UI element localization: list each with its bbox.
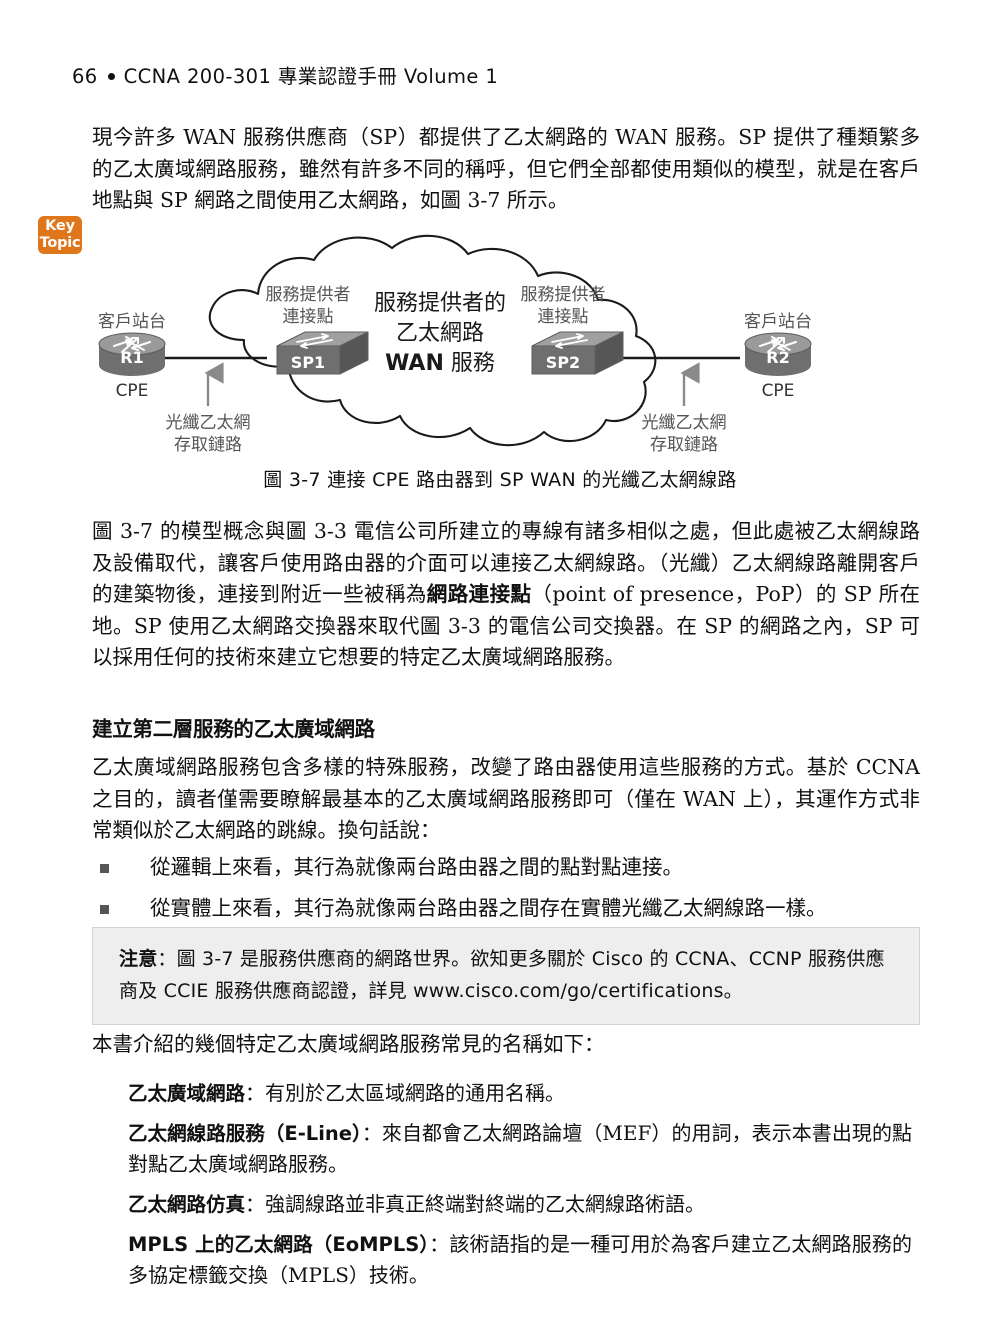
book-title: CCNA 200-301 專業認證手冊 Volume 1 xyxy=(123,65,499,88)
square-bullet-icon xyxy=(100,904,109,914)
switch-sp1-label: SP1 xyxy=(291,353,325,372)
term-name: 乙太網線路服務（E-Line） xyxy=(128,1122,362,1145)
terms-block: 乙太廣域網路：有別於乙太區域網路的通用名稱。 乙太網線路服務（E-Line）：來… xyxy=(92,1078,912,1300)
left-pop-label-line2: 連接點 xyxy=(283,307,334,327)
section-body-block: 乙太廣域網路服務包含多樣的特殊服務，改變了路由器使用這些服務的方式。基於 CCN… xyxy=(92,752,920,847)
term-entry: 乙太網線路服務（E-Line）：來自都會乙太網路論壇（MEF）的用詞，表示本書出… xyxy=(128,1118,912,1180)
page-folio: 66 xyxy=(72,65,98,88)
note-box: 注意：圖 3-7 是服務供應商的網路世界。欲知更多關於 Cisco 的 CCNA… xyxy=(92,927,920,1025)
term-entry: MPLS 上的乙太網路（EoMPLS）：該術語指的是一種可用於為客戶建立乙太網路… xyxy=(128,1229,912,1291)
bullet-dot-icon xyxy=(107,73,115,80)
bullet-list: 從邏輯上來看，其行為就像兩台路由器之間的點對點連接。 從實體上來看，其行為就像兩… xyxy=(92,852,920,924)
key-topic-line2: Topic xyxy=(39,235,81,251)
post-figure-paragraph: 圖 3-7 的模型概念與圖 3-3 電信公司所建立的專線有諸多相似之處，但此處被… xyxy=(92,516,920,674)
list-item-text: 從實體上來看，其行為就像兩台路由器之間存在實體光纖乙太網線路一樣。 xyxy=(150,895,827,920)
section-heading: 建立第二層服務的乙太廣域網路 xyxy=(92,717,375,741)
names-intro-block: 本書介紹的幾個特定乙太廣域網路服務常見的名稱如下： xyxy=(92,1029,920,1061)
post-figure-paragraph-block: 圖 3-7 的模型概念與圖 3-3 電信公司所建立的專線有諸多相似之處，但此處被… xyxy=(92,516,920,674)
cloud-text-line2: 乙太網路 xyxy=(396,321,484,346)
term-entry: 乙太網路仿真：強調線路並非真正終端對終端的乙太網線路術語。 xyxy=(128,1189,912,1220)
left-access-link-label-line1: 光纖乙太網 xyxy=(166,413,251,433)
names-intro-paragraph: 本書介紹的幾個特定乙太廣域網路服務常見的名稱如下： xyxy=(92,1032,605,1056)
list-item-text: 從邏輯上來看，其行為就像兩台路由器之間的點對點連接。 xyxy=(150,855,683,879)
cloud-text-service: 服務 xyxy=(444,351,495,376)
cloud-text-wan: WAN xyxy=(385,351,444,376)
pop-term-bold: 網路連接點 xyxy=(426,582,532,606)
left-site-cpe-label: CPE xyxy=(116,381,149,401)
intro-paragraph: 現今許多 WAN 服務供應商（SP）都提供了乙太網路的 WAN 服務。SP 提供… xyxy=(92,125,920,212)
right-access-link-label-line2: 存取鏈路 xyxy=(650,435,718,455)
key-topic-badge: Key Topic xyxy=(38,216,82,254)
list-item: 從實體上來看，其行為就像兩台路由器之間存在實體光纖乙太網線路一樣。 xyxy=(92,893,920,925)
term-name: MPLS 上的乙太網路（EoMPLS） xyxy=(128,1233,430,1256)
note-text: ：圖 3-7 是服務供應商的網路世界。欲知更多關於 Cisco 的 CCNA、C… xyxy=(119,948,885,1002)
figure-3-7: R1 R2 SP1 SP2 客戶站台 CPE 客戶站台 CPE 服務提供者 連接… xyxy=(92,228,920,460)
right-site-title: 客戶站台 xyxy=(744,312,812,332)
bullet-list-block: 從邏輯上來看，其行為就像兩台路由器之間的點對點連接。 從實體上來看，其行為就像兩… xyxy=(92,852,920,933)
router-r1-label: R1 xyxy=(120,348,143,367)
square-bullet-icon xyxy=(100,864,109,873)
section-heading-block: 建立第二層服務的乙太廣域網路 xyxy=(92,712,920,742)
section-body-paragraph: 乙太廣域網路服務包含多樣的特殊服務，改變了路由器使用這些服務的方式。基於 CCN… xyxy=(92,755,920,842)
term-entry: 乙太廣域網路：有別於乙太區域網路的通用名稱。 xyxy=(128,1078,912,1109)
right-pop-label-line2: 連接點 xyxy=(538,307,589,327)
note-box-block: 注意：圖 3-7 是服務供應商的網路世界。欲知更多關於 Cisco 的 CCNA… xyxy=(92,927,920,1025)
term-desc: ：強調線路並非真正終端對終端的乙太網線路術語。 xyxy=(245,1192,706,1216)
cloud-text-line3: WAN 服務 xyxy=(385,351,495,376)
term-name: 乙太網路仿真 xyxy=(128,1193,246,1216)
intro-paragraph-block: 現今許多 WAN 服務供應商（SP）都提供了乙太網路的 WAN 服務。SP 提供… xyxy=(92,122,920,217)
right-access-link-label-line1: 光纖乙太網 xyxy=(642,413,727,433)
term-name: 乙太廣域網路 xyxy=(128,1082,246,1105)
key-topic-line1: Key xyxy=(45,218,75,234)
left-pop-label-line1: 服務提供者 xyxy=(266,285,351,305)
left-site-title: 客戶站台 xyxy=(98,312,166,332)
terms-list: 乙太廣域網路：有別於乙太區域網路的通用名稱。 乙太網線路服務（E-Line）：來… xyxy=(92,1078,912,1291)
left-access-link-label-line2: 存取鏈路 xyxy=(174,435,242,455)
note-label: 注意 xyxy=(119,948,158,970)
cloud-text-line1: 服務提供者的 xyxy=(374,291,506,316)
router-r2-label: R2 xyxy=(766,348,789,367)
switch-sp2-label: SP2 xyxy=(546,353,580,372)
figure-caption: 圖 3-7 連接 CPE 路由器到 SP WAN 的光纖乙太網線路 xyxy=(263,469,737,491)
right-pop-label-line1: 服務提供者 xyxy=(521,285,606,305)
right-site-cpe-label: CPE xyxy=(762,381,795,401)
running-head: 66 CCNA 200-301 專業認證手冊 Volume 1 xyxy=(72,60,498,89)
list-item: 從邏輯上來看，其行為就像兩台路由器之間的點對點連接。 xyxy=(92,852,920,884)
term-desc: ：有別於乙太區域網路的通用名稱。 xyxy=(245,1081,566,1105)
